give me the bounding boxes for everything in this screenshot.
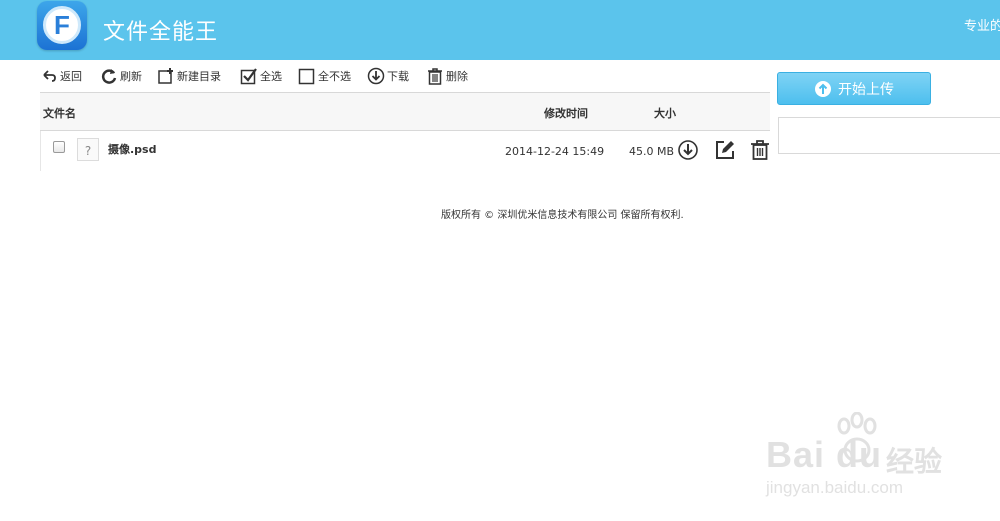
app-logo: F [37, 1, 87, 50]
file-name[interactable]: 摄像.psd [108, 141, 156, 157]
row-delete-icon[interactable] [749, 139, 771, 161]
start-upload-label: 开始上传 [838, 81, 894, 98]
new-folder-label: 新建目录 [177, 70, 221, 83]
app-header: F 文件全能王 专业的 [0, 0, 1000, 60]
header-right-text: 专业的 [964, 19, 1000, 34]
watermark-cn: 经验 [886, 445, 943, 478]
copyright-footer: 版权所有 © 深圳优米信息技术有限公司 保留所有权利. [441, 210, 684, 221]
column-header-name: 文件名 [43, 107, 76, 120]
logo-letter: F [54, 10, 70, 40]
refresh-label: 刷新 [120, 70, 142, 83]
table-row[interactable]: ? 摄像.psd 2014-12-24 15:49 45.0 MB [40, 131, 770, 171]
select-none-button[interactable]: 全不选 [298, 64, 351, 88]
upload-icon [815, 80, 831, 97]
file-table: 文件名 修改时间 大小 ? 摄像.psd 2014-12-24 15:49 45… [40, 92, 770, 171]
download-button[interactable]: 下载 [367, 64, 409, 88]
download-icon [367, 67, 385, 85]
start-upload-button[interactable]: 开始上传 [777, 72, 931, 105]
file-size: 45.0 MB [629, 145, 675, 158]
app-title: 文件全能王 [103, 20, 219, 45]
back-label: 返回 [60, 70, 82, 83]
trash-icon [428, 68, 442, 85]
download-label: 下载 [387, 70, 409, 83]
delete-label: 删除 [446, 70, 468, 83]
row-download-icon[interactable] [677, 139, 699, 161]
watermark-url: jingyan.baidu.com [766, 478, 904, 497]
row-edit-icon[interactable] [714, 139, 736, 161]
file-modified: 2014-12-24 15:49 [505, 145, 605, 158]
delete-button[interactable]: 删除 [426, 64, 468, 88]
upload-queue-panel [778, 117, 1000, 154]
baidu-watermark: Bai du 经验 jingyan.baidu.com [766, 412, 966, 512]
new-folder-icon [158, 68, 173, 84]
checkbox-checked-icon [240, 68, 257, 85]
select-none-label: 全不选 [318, 70, 351, 83]
table-header: 文件名 修改时间 大小 [40, 92, 770, 131]
watermark-brand: Bai du [766, 434, 883, 475]
checkbox-empty-icon [298, 68, 315, 85]
select-all-button[interactable]: 全选 [240, 64, 282, 88]
row-checkbox[interactable] [53, 141, 65, 153]
refresh-button[interactable]: 刷新 [100, 64, 142, 88]
column-header-modified: 修改时间 [544, 107, 588, 120]
back-arrow-icon [43, 70, 56, 82]
back-button[interactable]: 返回 [40, 64, 82, 88]
new-folder-button[interactable]: 新建目录 [157, 64, 221, 88]
unknown-file-icon: ? [77, 138, 99, 161]
select-all-label: 全选 [260, 70, 282, 83]
refresh-icon [101, 69, 117, 84]
column-header-size: 大小 [654, 107, 676, 120]
